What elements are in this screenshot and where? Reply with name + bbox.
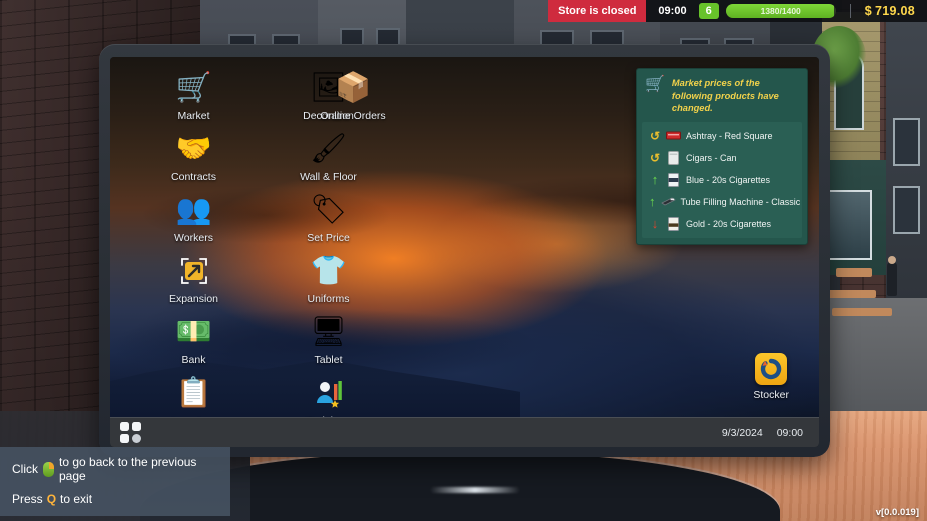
price-unchanged-icon: ↺: [649, 128, 661, 143]
notification-item-label: Ashtray - Red Square: [686, 130, 773, 141]
desktop-icon-expansion[interactable]: Expansion: [126, 252, 261, 305]
hint-press-label: Press: [12, 492, 43, 506]
hint-line-back: Click to go back to the previous page: [12, 455, 220, 483]
desktop-icon-label: Wall & Floor: [300, 171, 357, 183]
notification-item-label: Gold - 20s Cigarettes: [686, 218, 772, 229]
desktop-icon-wall-floor[interactable]: 🖌 Wall & Floor: [261, 130, 396, 183]
monitor-screen[interactable]: 🛒 Market 🖼 Decoration 📦 Online Orders 🤝 …: [110, 57, 819, 447]
paint-roller-icon: 🖌: [310, 132, 347, 165]
notification-item[interactable]: ↺ Cigars - Can: [642, 147, 802, 169]
price-unchanged-icon: ↺: [649, 150, 661, 165]
building-window: [893, 118, 920, 166]
version-label: v[0.0.019]: [875, 507, 919, 518]
notification-item[interactable]: ↑ Blue - 20s Cigarettes: [642, 169, 802, 191]
hint-back-label: to go back to the previous page: [59, 455, 197, 483]
desktop-icon-label: Contracts: [171, 171, 216, 183]
hint-click-label: Click: [12, 462, 38, 476]
notification-item-label: Blue - 20s Cigarettes: [686, 174, 771, 185]
hint-exit-label: to exit: [60, 492, 93, 506]
desktop-icon-label: Uniforms: [307, 293, 350, 305]
notification-title: Market prices of the following products …: [671, 78, 779, 114]
desktop-icon-grid: 🛒 Market 🖼 Decoration 📦 Online Orders 🤝 …: [126, 69, 396, 447]
package-box-icon: 📦: [334, 71, 372, 104]
training-person-icon: [310, 374, 348, 412]
tshirt-icon: 👕: [310, 254, 347, 287]
price-tag-icon: 🏷: [310, 193, 347, 226]
desktop-icon-tablet[interactable]: 🖥 Tablet: [261, 313, 396, 366]
notification-item[interactable]: ↓ Gold - 20s Cigarettes: [642, 213, 802, 235]
desktop-icon-workers[interactable]: 👥 Workers: [126, 191, 261, 244]
desktop-icon-bank[interactable]: 💵 Bank: [126, 313, 261, 366]
desktop-icon-label: Market: [177, 110, 210, 122]
shelf-clipboard-icon: 📋: [175, 376, 212, 409]
wallet-money-icon: 💵: [175, 315, 212, 348]
handshake-icon: 🤝: [175, 132, 212, 165]
notification-item[interactable]: ↑ Tube Filling Machine - Classic: [642, 191, 802, 213]
notification-item-label: Cigars - Can: [686, 152, 737, 163]
desktop-icon-online-orders[interactable]: 📦 Online Orders: [313, 69, 393, 122]
key-q-icon: Q: [46, 492, 57, 506]
taskbar: 9/3/2024 09:00: [110, 417, 819, 447]
notification-header: 🛒 Market prices of the following product…: [637, 69, 807, 122]
price-up-arrow-icon: ↑: [649, 194, 656, 210]
desktop-icon-label: Tablet: [314, 354, 343, 366]
notification-item-label: Tube Filling Machine - Classic: [680, 196, 801, 207]
desktop-icon-uniforms[interactable]: 👕 Uniforms: [261, 252, 396, 305]
shopping-cart-icon: 🛒: [175, 71, 212, 104]
controls-hint-overlay: Click to go back to the previous page Pr…: [0, 447, 230, 516]
market-price-notification-panel[interactable]: 🛒 Market prices of the following product…: [636, 68, 808, 245]
notification-item[interactable]: ↺ Ashtray - Red Square: [642, 125, 802, 147]
bench: [828, 290, 876, 298]
desktop-icon-label: Expansion: [168, 293, 219, 305]
bench: [832, 308, 892, 316]
desktop-icon-label: Workers: [174, 232, 213, 244]
notification-item-list: ↺ Ashtray - Red Square ↺ Cigars - Can ↑ …: [642, 121, 802, 238]
pedestrian: [887, 256, 897, 296]
taskbar-date: 9/3/2024: [721, 426, 763, 439]
app-launcher-grid-icon[interactable]: [120, 422, 141, 443]
desktop-icon-set-price[interactable]: 🏷 Set Price: [261, 191, 396, 244]
price-up-arrow-icon: ↑: [651, 172, 659, 188]
right-mouse-button-icon: [43, 461, 54, 477]
building-window: [893, 186, 920, 234]
cigarette-pack-icon: [666, 216, 681, 231]
cigarette-pack-icon: [666, 172, 681, 187]
desktop-icon-market[interactable]: 🛒 Market: [126, 69, 261, 122]
monitor-tablet-icon: 🖥: [310, 315, 347, 348]
tube-machine-icon: [660, 194, 676, 209]
stand-highlight: [430, 487, 520, 493]
cigar-can-icon: [666, 150, 681, 165]
bench: [836, 268, 872, 277]
storefront-glass: [826, 190, 872, 260]
hint-line-exit: Press Q to exit: [12, 492, 220, 506]
desktop-icon-contracts[interactable]: 🤝 Contracts: [126, 130, 261, 183]
price-down-arrow-icon: ↓: [651, 216, 659, 232]
computer-monitor: 🛒 Market 🖼 Decoration 📦 Online Orders 🤝 …: [99, 44, 830, 457]
desktop-icon-label: Online Orders: [320, 110, 386, 122]
shopping-cart-icon: 🛒: [645, 76, 665, 93]
desktop-icon-stocker[interactable]: Stocker: [753, 353, 789, 401]
taskbar-time: 09:00: [776, 426, 803, 439]
desktop-icon-label: Bank: [181, 354, 206, 366]
people-group-icon: 👥: [175, 193, 212, 226]
desktop-icon-label: Set Price: [307, 232, 350, 244]
ashtray-icon: [666, 128, 681, 143]
stocker-circle-arrow-icon: [755, 353, 788, 385]
taskbar-clock-area: 9/3/2024 09:00: [722, 427, 803, 439]
desktop-icon-label: Stocker: [753, 389, 789, 401]
expand-arrows-icon: [175, 252, 213, 290]
